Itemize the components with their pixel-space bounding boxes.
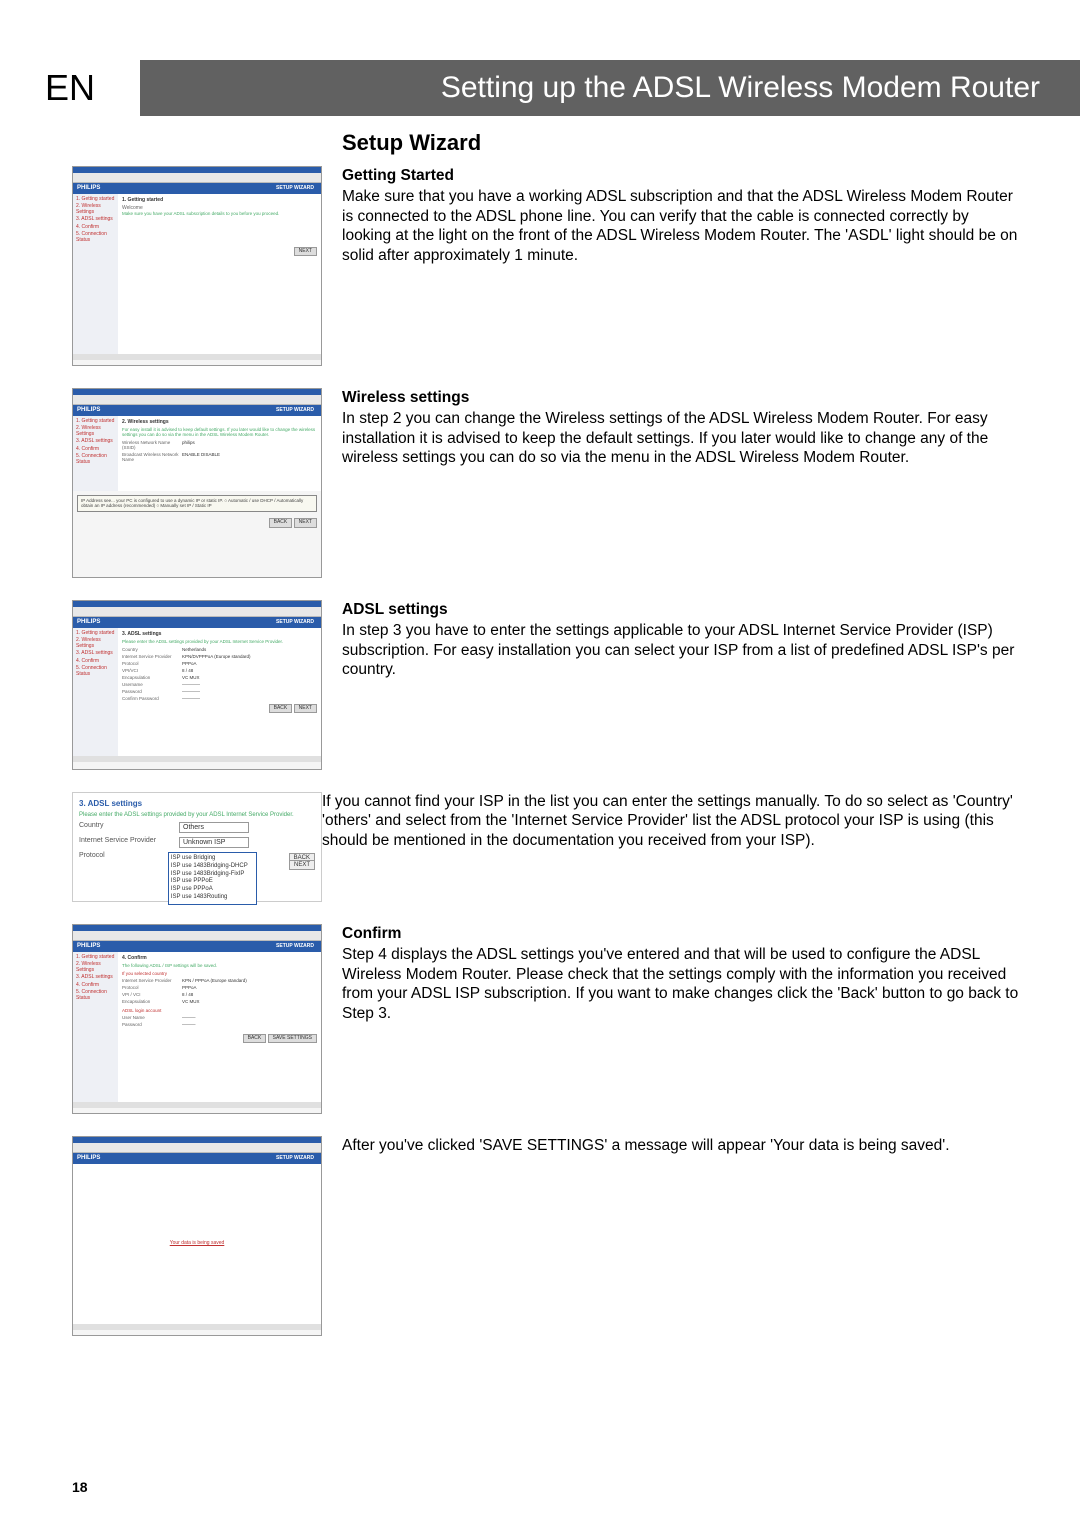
row-getting-started: PHILIPSSETUP WIZARD 1. Getting started 2…: [72, 166, 1020, 366]
protocol-list[interactable]: ISP use Bridging ISP use 1483Bridging-DH…: [168, 852, 257, 905]
back-button[interactable]: BACK: [269, 518, 293, 528]
next-button[interactable]: NEXT: [289, 860, 315, 870]
screenshot-wireless-settings: PHILIPSSETUP WIZARD 1. Getting started 2…: [72, 388, 322, 578]
text-getting-started: Getting Started Make sure that you have …: [342, 166, 1020, 265]
screenshot-getting-started: PHILIPSSETUP WIZARD 1. Getting started 2…: [72, 166, 322, 366]
next-button[interactable]: NEXT: [294, 704, 317, 714]
row-confirm: PHILIPSSETUP WIZARD 1. Getting started 2…: [72, 924, 1020, 1114]
text-saved: After you've clicked 'SAVE SETTINGS' a m…: [342, 1136, 1020, 1155]
country-select[interactable]: Others: [179, 822, 249, 833]
back-button[interactable]: BACK: [269, 704, 293, 714]
next-button[interactable]: NEXT: [294, 518, 317, 528]
section-heading: Setup Wizard: [342, 130, 1020, 156]
row-adsl-others: 3. ADSL settings Please enter the ADSL s…: [72, 792, 1020, 902]
row-adsl-settings: PHILIPSSETUP WIZARD 1. Getting started 2…: [72, 600, 1020, 770]
text-adsl-others: If you cannot find your ISP in the list …: [322, 792, 1020, 850]
row-saved: PHILIPSSETUP WIZARD Your data is being s…: [72, 1136, 1020, 1336]
page-header: EN Setting up the ADSL Wireless Modem Ro…: [0, 60, 1080, 116]
screenshot-adsl-others: 3. ADSL settings Please enter the ADSL s…: [72, 792, 322, 902]
text-wireless-settings: Wireless settings In step 2 you can chan…: [342, 388, 1020, 468]
text-adsl-settings: ADSL settings In step 3 you have to ente…: [342, 600, 1020, 680]
screenshot-saved: PHILIPSSETUP WIZARD Your data is being s…: [72, 1136, 322, 1336]
next-button[interactable]: NEXT: [294, 247, 317, 257]
page-content: Setup Wizard PHILIPSSETUP WIZARD 1. Gett…: [72, 130, 1020, 1358]
saving-message: Your data is being saved: [170, 1241, 225, 1247]
screenshot-confirm: PHILIPSSETUP WIZARD 1. Getting started 2…: [72, 924, 322, 1114]
text-confirm: Confirm Step 4 displays the ADSL setting…: [342, 924, 1020, 1023]
page-title: Setting up the ADSL Wireless Modem Route…: [140, 60, 1080, 116]
isp-select[interactable]: Unknown ISP: [179, 837, 249, 848]
screenshot-adsl-settings: PHILIPSSETUP WIZARD 1. Getting started 2…: [72, 600, 322, 770]
save-settings-button[interactable]: SAVE SETTINGS: [268, 1034, 317, 1044]
page-number: 18: [72, 1479, 88, 1495]
back-button[interactable]: BACK: [243, 1034, 267, 1044]
language-badge: EN: [0, 60, 140, 116]
row-wireless-settings: PHILIPSSETUP WIZARD 1. Getting started 2…: [72, 388, 1020, 578]
